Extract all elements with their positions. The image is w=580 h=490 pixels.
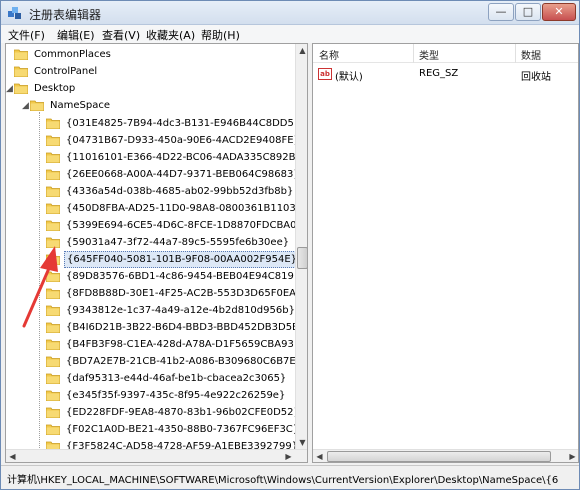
folder-icon [45, 168, 61, 181]
tree-item-label: {ED228FDF-9EA8-4870-83b1-96b02CFE0D52} [66, 407, 300, 418]
folder-icon [13, 65, 29, 78]
tree-item-label: {59031a47-3f72-44a7-89c5-5595fe6b30ee} [66, 237, 290, 248]
tree-item-label: {9343812e-1c37-4a49-a12e-4b2d810d956b} [66, 305, 295, 316]
scroll-left-arrow-icon[interactable]: ◀ [313, 450, 326, 462]
registry-editor-window: 注册表编辑器 — □ ✕ 文件(F) 编辑(E) 查看(V) 收藏夹(A) 帮助… [0, 0, 580, 490]
values-horizontal-scrollbar[interactable]: ◀ ▶ [313, 449, 578, 462]
folder-icon [45, 389, 61, 402]
tree-item-label: {031E4825-7B94-4dc3-B131-E946B44C8DD5} [66, 118, 301, 129]
folder-icon [45, 117, 61, 130]
registry-path: 计算机\HKEY_LOCAL_MACHINE\SOFTWARE\Microsof… [7, 475, 559, 486]
menu-bar: 文件(F) 编辑(E) 查看(V) 收藏夹(A) 帮助(H) [1, 25, 579, 43]
column-divider[interactable] [413, 44, 414, 63]
folder-icon [45, 151, 61, 164]
folder-icon [45, 338, 61, 351]
registry-values-pane[interactable]: 名称 类型 数据 ab (默认) REG_SZ 回收站 ◀ ▶ [312, 43, 579, 463]
value-name: (默认) [335, 72, 363, 83]
tree-item-label: Desktop [34, 83, 76, 94]
scroll-up-arrow-icon[interactable]: ▲ [296, 44, 307, 57]
window-title: 注册表编辑器 [29, 8, 102, 22]
folder-icon [45, 202, 61, 215]
tree-item-label: {89D83576-6BD1-4c86-9454-BEB04E94C819} [66, 271, 301, 282]
tree-item-label: CommonPlaces [34, 49, 111, 60]
folder-icon [45, 185, 61, 198]
values-scroll-thumb[interactable] [327, 451, 551, 462]
folder-icon [45, 423, 61, 436]
scroll-down-arrow-icon[interactable]: ▼ [296, 436, 307, 449]
title-bar[interactable]: 注册表编辑器 — □ ✕ [1, 1, 579, 25]
folder-icon [45, 372, 61, 385]
folder-icon [13, 48, 29, 61]
folder-icon [45, 236, 61, 249]
tree-item-label: {645FF040-5081-101B-9F08-00AA002F954E} [64, 251, 300, 268]
menu-help[interactable]: 帮助(H) [201, 27, 240, 43]
ab-string-icon: ab [318, 68, 332, 80]
tree-item-label: {26EE0668-A00A-44D7-9371-BEB064C98683} [66, 169, 300, 180]
tree-item-label: ControlPanel [34, 66, 98, 77]
close-button[interactable]: ✕ [542, 3, 576, 21]
tree-item-label: {F02C1A0D-BE21-4350-88B0-7367FC96EF3C} [66, 424, 300, 435]
tree-item-label: {04731B67-D933-450a-90E6-4ACD2E9408FE} [66, 135, 300, 146]
status-bar: 计算机\HKEY_LOCAL_MACHINE\SOFTWARE\Microsof… [1, 465, 579, 489]
tree-connector-line [39, 112, 40, 452]
column-header-data[interactable]: 数据 [521, 47, 541, 62]
folder-icon [45, 134, 61, 147]
folder-icon [45, 270, 61, 283]
value-data: 回收站 [521, 72, 551, 83]
tree-horizontal-scrollbar[interactable]: ◀ ▶ [6, 449, 307, 462]
folder-icon [45, 219, 61, 232]
tree-item-label: {8FD8B88D-30E1-4F25-AC2B-553D3D65F0EA} [66, 288, 303, 299]
expand-collapse-icon[interactable]: ◢ [22, 102, 30, 111]
value-type: REG_SZ [419, 68, 459, 79]
folder-icon [45, 355, 61, 368]
maximize-button[interactable]: □ [515, 3, 541, 21]
menu-file[interactable]: 文件(F) [8, 27, 45, 43]
column-header-type[interactable]: 类型 [419, 47, 439, 62]
tree-item-label: {B4I6D21B-3B22-B6D4-BBD3-BBD452DB3D5B} [66, 322, 306, 333]
regedit-app-icon [8, 7, 21, 19]
menu-edit[interactable]: 编辑(E) [57, 27, 95, 43]
tree-item-label: {e345f35f-9397-435c-8f95-4e922c26259e} [66, 390, 286, 401]
tree-vertical-scrollbar[interactable]: ▲ ▼ [295, 44, 307, 449]
minimize-button[interactable]: — [488, 3, 514, 21]
tree-item-label: {daf95313-e44d-46af-be1b-cbacea2c3065} [66, 373, 287, 384]
folder-icon [45, 406, 61, 419]
expand-collapse-icon[interactable]: ◢ [6, 85, 14, 94]
folder-icon [45, 287, 61, 300]
folder-icon [45, 304, 61, 317]
column-divider[interactable] [515, 44, 516, 63]
scroll-left-arrow-icon[interactable]: ◀ [6, 450, 19, 462]
folder-icon [45, 253, 61, 266]
tree-item-label: {4336a54d-038b-4685-ab02-99bb52d3fb8b} [66, 186, 294, 197]
menu-view[interactable]: 查看(V) [102, 27, 140, 43]
folder-icon [45, 321, 61, 334]
scroll-right-arrow-icon[interactable]: ▶ [566, 450, 578, 462]
folder-icon [13, 82, 29, 95]
menu-favorites[interactable]: 收藏夹(A) [146, 27, 195, 43]
registry-tree-pane[interactable]: CommonPlaces ControlPanel Desktop ◢ NameSpac… [5, 43, 308, 463]
tree-item-label: {BD7A2E7B-21CB-41b2-A086-B309680C6B7E} [66, 356, 303, 367]
tree-item-label: {B4FB3F98-C1EA-428d-A78A-D1F5659CBA93} [66, 339, 301, 350]
tree-item-label: {5399E694-6CE5-4D6C-8FCE-1D8870FDCBA0} [66, 220, 303, 231]
folder-icon [29, 99, 45, 112]
tree-item-label: {11016101-E366-4D22-BC06-4ADA335C892B} [66, 152, 302, 163]
tree-scroll-thumb[interactable] [297, 247, 307, 269]
value-row[interactable]: ab (默认) REG_SZ 回收站 [313, 66, 578, 83]
tree-item-label: {450D8FBA-AD25-11D0-98A8-0800361B1103} [66, 203, 303, 214]
scroll-right-arrow-icon[interactable]: ▶ [282, 450, 295, 462]
tree-item-label: NameSpace [50, 100, 110, 111]
column-header-name[interactable]: 名称 [319, 47, 339, 62]
values-list-header: 名称 类型 数据 [313, 44, 578, 63]
